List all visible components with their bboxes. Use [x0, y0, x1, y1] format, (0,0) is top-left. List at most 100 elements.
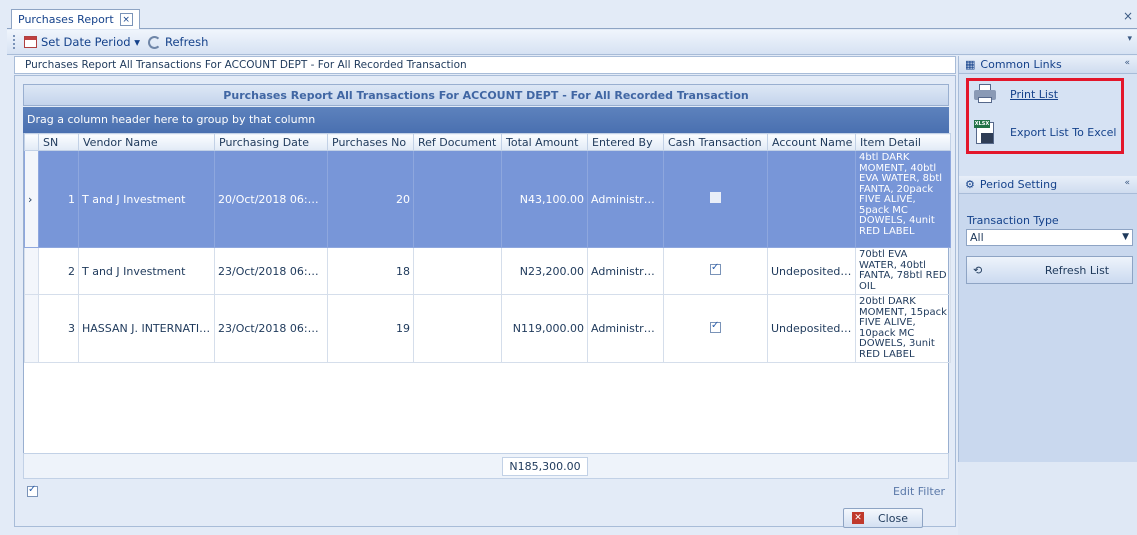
cash-transaction-checkbox[interactable] — [710, 320, 721, 333]
period-setting-section: Transaction Type All ▼ ⟲ Refresh List — [959, 194, 1137, 481]
cell-entered-by[interactable]: Administrator — [587, 247, 664, 295]
tab-purchases-report[interactable]: Purchases Report × — [11, 9, 140, 29]
cell-ref-document[interactable] — [413, 150, 502, 248]
table-row[interactable]: 2 T and J Investment 23/Oct/2018 06:16 .… — [24, 247, 951, 295]
column-header-account-name[interactable]: Account Name — [767, 133, 856, 151]
cell-total-amount[interactable]: N43,100.00 — [501, 150, 588, 248]
cell-entered-by[interactable]: Administrator — [587, 150, 664, 248]
toolbar-overflow-icon[interactable]: ▾ — [1127, 34, 1132, 44]
edit-filter-link[interactable]: Edit Filter — [893, 485, 945, 498]
period-setting-header[interactable]: ⚙ Period Setting « — [959, 176, 1137, 194]
refresh-list-button[interactable]: ⟲ Refresh List — [966, 256, 1133, 284]
cell-account-name[interactable] — [767, 150, 856, 248]
row-indicator — [24, 247, 39, 295]
transaction-type-value: All — [970, 231, 984, 244]
column-header-entered-by[interactable]: Entered By — [587, 133, 664, 151]
refresh-button[interactable]: Refresh — [147, 35, 208, 49]
cell-cash-transaction[interactable] — [663, 247, 768, 295]
grid-title: Purchases Report All Transactions For AC… — [23, 84, 949, 106]
report-header: Purchases Report All Transactions For AC… — [14, 56, 956, 74]
app-window: Purchases Report × × Set Date Period ▾ R… — [0, 0, 1137, 535]
group-by-panel[interactable]: Drag a column header here to group by th… — [23, 107, 949, 133]
cell-sn[interactable]: 2 — [38, 247, 79, 295]
set-date-period-button[interactable]: Set Date Period ▾ — [24, 35, 140, 49]
grid-icon: ▦ — [965, 58, 976, 71]
cell-entered-by[interactable]: Administrator — [587, 294, 664, 363]
column-header-total-amount[interactable]: Total Amount — [501, 133, 588, 151]
column-header-ref-document[interactable]: Ref Document — [413, 133, 502, 151]
common-links-section: Print List XLSX Export List To Excel — [959, 74, 1137, 176]
cell-purchasing-date[interactable]: 23/Oct/2018 06:16 ... — [214, 247, 328, 295]
cell-item-detail[interactable]: 20btl DARK MOMENT, 15pack FIVE ALIVE, 10… — [855, 294, 951, 363]
cell-ref-document[interactable] — [413, 247, 502, 295]
header-row: SN Vendor Name Purchasing Date Purchases… — [24, 133, 951, 151]
table-row[interactable]: › 1 T and J Investment 20/Oct/2018 06:35… — [24, 150, 951, 248]
transaction-type-select[interactable]: All ▼ — [966, 229, 1133, 246]
collapse-icon[interactable]: « — [1124, 178, 1130, 188]
cell-ref-document[interactable] — [413, 294, 502, 363]
close-button-label: Close — [878, 511, 908, 525]
side-panel-footer — [958, 462, 1137, 535]
export-excel-link[interactable]: XLSX Export List To Excel — [974, 120, 1116, 144]
cell-vendor-name[interactable]: HASSAN J. INTERNATIO... — [78, 294, 215, 363]
filter-bar: Edit Filter — [23, 481, 949, 501]
row-indicator-icon: › — [24, 150, 39, 248]
cell-item-detail[interactable]: 70btl EVA WATER, 40btl FANTA, 78btl RED … — [855, 247, 951, 295]
refresh-icon — [147, 35, 161, 49]
cell-sn[interactable]: 3 — [38, 294, 79, 363]
cell-sn[interactable]: 1 — [38, 150, 79, 248]
cell-vendor-name[interactable]: T and J Investment — [78, 247, 215, 295]
toolbar-grip — [13, 35, 16, 49]
cash-transaction-checkbox[interactable] — [710, 262, 721, 275]
column-header-item-detail[interactable]: Item Detail — [855, 133, 951, 151]
export-excel-label: Export List To Excel — [1010, 125, 1117, 139]
cell-item-detail[interactable]: 4btl DARK MOMENT, 40btl EVA WATER, 8btl … — [855, 150, 951, 248]
common-links-header[interactable]: ▦ Common Links « — [959, 56, 1137, 74]
cell-purchases-no[interactable]: 20 — [327, 150, 414, 248]
cash-transaction-checkbox[interactable] — [710, 192, 721, 203]
calendar-icon — [24, 36, 37, 48]
close-button[interactable]: ✕ Close — [843, 508, 923, 528]
cell-purchasing-date[interactable]: 20/Oct/2018 06:35 ... — [214, 150, 328, 248]
side-panel: ▦ Common Links « Print List XLSX Export … — [958, 56, 1137, 481]
chevron-down-icon: ▼ — [1122, 232, 1129, 242]
transaction-type-label: Transaction Type — [967, 214, 1059, 227]
row-indicator — [24, 294, 39, 363]
window-close-icon[interactable]: × — [1123, 9, 1133, 23]
print-list-label: Print List — [1010, 87, 1059, 101]
cell-vendor-name[interactable]: T and J Investment — [78, 150, 215, 248]
cell-purchases-no[interactable]: 18 — [327, 247, 414, 295]
grid-panel: Purchases Report All Transactions For AC… — [14, 75, 956, 528]
toolbar: Set Date Period ▾ Refresh ▾ — [7, 30, 1137, 55]
cell-purchasing-date[interactable]: 23/Oct/2018 06:17 ... — [214, 294, 328, 363]
summary-footer: N185,300.00 — [23, 453, 949, 479]
tab-strip: Purchases Report × — [7, 7, 1137, 29]
set-date-period-label: Set Date Period ▾ — [41, 35, 140, 49]
cell-cash-transaction[interactable] — [663, 150, 768, 248]
cell-purchases-no[interactable]: 19 — [327, 294, 414, 363]
cell-account-name[interactable]: Undeposited C... — [767, 294, 856, 363]
filter-enable-checkbox[interactable] — [27, 484, 38, 497]
column-header-purchases-no[interactable]: Purchases No — [327, 133, 414, 151]
close-icon: ✕ — [852, 512, 864, 524]
gear-icon: ⚙ — [965, 178, 975, 191]
refresh-list-label: Refresh List — [1044, 263, 1110, 277]
excel-icon: XLSX — [974, 120, 996, 144]
column-header-cash-transaction[interactable]: Cash Transaction — [663, 133, 768, 151]
collapse-icon[interactable]: « — [1124, 58, 1130, 68]
tab-label: Purchases Report — [18, 13, 114, 26]
data-grid: SN Vendor Name Purchasing Date Purchases… — [23, 133, 951, 453]
column-header-purchasing-date[interactable]: Purchasing Date — [214, 133, 328, 151]
total-amount-summary: N185,300.00 — [502, 457, 588, 476]
tab-close-icon[interactable]: × — [119, 13, 133, 26]
print-list-link[interactable]: Print List — [974, 84, 1058, 104]
column-header-sn[interactable]: SN — [38, 133, 79, 151]
cell-total-amount[interactable]: N23,200.00 — [501, 247, 588, 295]
column-header-vendor-name[interactable]: Vendor Name — [78, 133, 215, 151]
cell-cash-transaction[interactable] — [663, 294, 768, 363]
cell-account-name[interactable]: Undeposited C... — [767, 247, 856, 295]
table-row[interactable]: 3 HASSAN J. INTERNATIO... 23/Oct/2018 06… — [24, 294, 951, 363]
common-links-title: Common Links — [980, 58, 1062, 71]
refresh-icon: ⟲ — [973, 263, 983, 277]
cell-total-amount[interactable]: N119,000.00 — [501, 294, 588, 363]
